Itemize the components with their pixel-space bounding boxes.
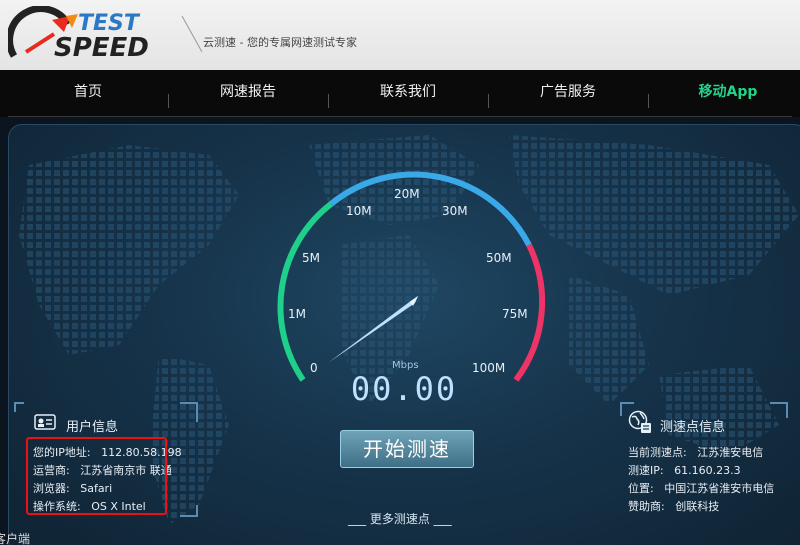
box-corner <box>14 402 24 412</box>
user-info-title: 用户信息 <box>66 420 119 435</box>
info-value: 61.160.23.3 <box>674 464 741 477</box>
more-test-points-link[interactable]: ___ 更多测速点 ___ <box>348 510 452 527</box>
nav-item-ads[interactable]: 广告服务 <box>488 70 648 117</box>
highlight-box <box>26 437 167 515</box>
gauge-arc-low <box>277 201 333 382</box>
gauge-tick-75m: 75M <box>502 307 528 321</box>
gauge-tick-1m: 1M <box>288 307 306 321</box>
info-value: 中国江苏省淮安市电信 <box>664 482 775 495</box>
server-info-ip: 测速IP: 61.160.23.3 <box>628 462 741 478</box>
gauge-tick-5m: 5M <box>302 251 320 265</box>
gauge-tick-30m: 30M <box>442 204 468 218</box>
gauge-tick-20m: 20M <box>394 187 420 201</box>
gauge-tick-10m: 10M <box>346 204 372 218</box>
test-speed-logo[interactable]: TEST SPEED <box>8 6 188 66</box>
start-test-button[interactable]: 开始测速 <box>340 430 474 468</box>
info-label: 赞助商: <box>628 500 665 513</box>
box-corner <box>180 505 198 517</box>
gauge-tick-50m: 50M <box>486 251 512 265</box>
info-value: 江苏淮安电信 <box>697 446 764 459</box>
nav-item-mobile-app[interactable]: 移动App <box>648 70 800 117</box>
client-tab-partial[interactable]: 客户端 <box>0 530 30 545</box>
server-info-title: 测速点信息 <box>660 420 726 435</box>
id-card-icon <box>34 414 56 430</box>
nav-item-speed-report[interactable]: 网速报告 <box>168 70 328 117</box>
nav-item-contact[interactable]: 联系我们 <box>328 70 488 117</box>
main-nav: 首页 网速报告 联系我们 广告服务 移动App <box>0 70 800 117</box>
gauge-tick-0: 0 <box>310 361 318 375</box>
site-header: TEST SPEED 云测速 - 您的专属网速测试专家 <box>0 0 800 70</box>
site-tagline: 云测速 - 您的专属网速测试专家 <box>203 36 357 49</box>
info-label: 位置: <box>628 482 654 495</box>
speed-readout: 00.00 <box>350 370 458 408</box>
info-label: 测速IP: <box>628 464 664 477</box>
speed-gauge: 0 1M 5M 10M 20M 30M 50M 75M 100M <box>277 171 546 382</box>
box-corner <box>770 402 788 418</box>
globe-server-icon <box>628 410 651 433</box>
server-info-point: 当前测速点: 江苏淮安电信 <box>628 444 763 460</box>
gauge-needle <box>328 296 418 363</box>
nav-item-home[interactable]: 首页 <box>8 70 168 117</box>
box-corner <box>180 402 198 422</box>
info-value: 创联科技 <box>675 500 720 513</box>
info-label: 当前测速点: <box>628 446 687 459</box>
nav-bottom-line <box>8 116 792 117</box>
logo-text-bottom: SPEED <box>54 33 149 63</box>
server-info-location: 位置: 中国江苏省淮安市电信 <box>628 480 774 496</box>
gauge-tick-100m: 100M <box>472 361 505 375</box>
server-info-sponsor: 赞助商: 创联科技 <box>628 498 719 514</box>
